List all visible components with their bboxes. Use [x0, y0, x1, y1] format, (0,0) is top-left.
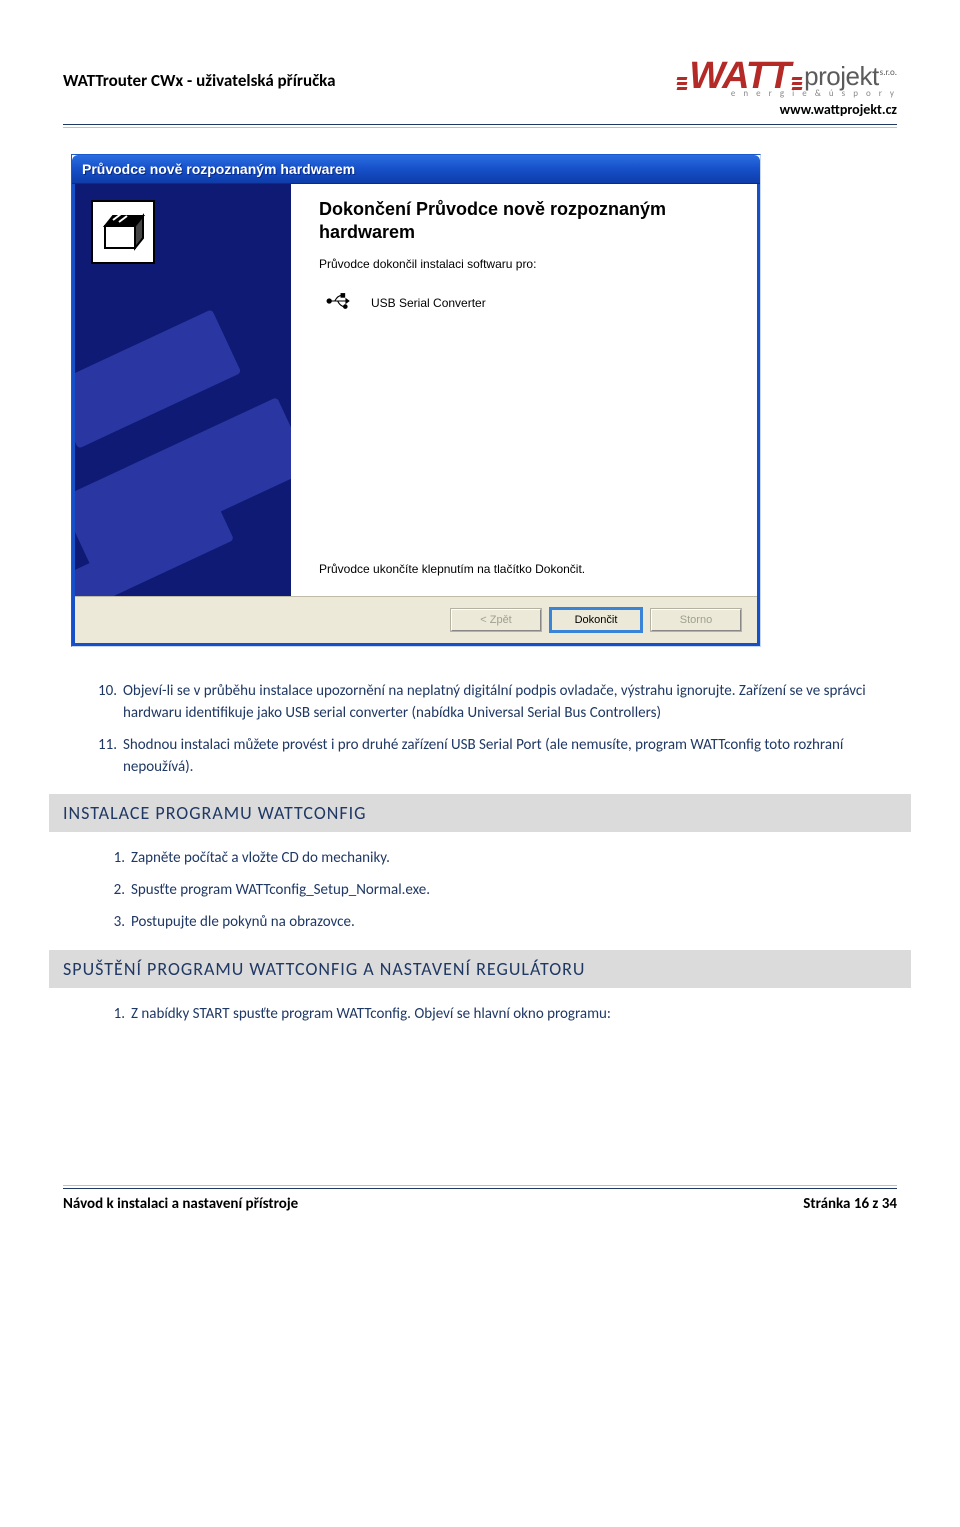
wizard-titlebar: Průvodce nově rozpoznaným hardwarem: [72, 155, 760, 184]
brand-logo: WATT projekt s.r.o. e n e r g i e & ú s …: [676, 60, 897, 118]
list-item: 1. Zapněte počítač a vložte CD do mechan…: [107, 848, 897, 870]
list-text: Shodnou instalaci můžete provést i pro d…: [123, 735, 897, 779]
header-url: www.wattprojekt.cz: [676, 101, 897, 118]
header-divider-light: [63, 127, 897, 128]
list-number: 3.: [107, 912, 125, 934]
header-divider: [63, 124, 897, 125]
document-title: WATTrouter CWx - uživatelská příručka: [63, 60, 336, 91]
footer-divider-light: [63, 1185, 897, 1186]
usb-icon: [325, 289, 353, 316]
section-heading-install: INSTALACE PROGRAMU WATTCONFIG: [49, 794, 911, 832]
wizard-side-art: [75, 184, 291, 596]
section-heading-run: SPUŠTĚNÍ PROGRAMU WATTCONFIG A NASTAVENÍ…: [49, 950, 911, 988]
list-number: 2.: [107, 880, 125, 902]
list-item: 11. Shodnou instalaci můžete provést i p…: [93, 735, 897, 779]
list-number: 1.: [107, 1004, 125, 1026]
wizard-window: Průvodce nově rozpoznaným hardwarem: [71, 154, 761, 647]
list-number: 11.: [93, 735, 117, 779]
footer-right: Stránka 16 z 34: [803, 1195, 897, 1213]
list-item: 10. Objeví-li se v průběhu instalace upo…: [93, 681, 897, 725]
list-item: 3. Postupujte dle pokynů na obrazovce.: [107, 912, 897, 934]
finish-button[interactable]: Dokončit: [551, 609, 641, 631]
footer-left: Návod k instalaci a nastavení přístroje: [63, 1195, 298, 1213]
list-item: 2. Spusťte program WATTconfig_Setup_Norm…: [107, 880, 897, 902]
list-text: Postupujte dle pokynů na obrazovce.: [131, 912, 355, 934]
back-button: < Zpět: [451, 609, 541, 631]
wizard-description: Průvodce dokončil instalaci softwaru pro…: [319, 257, 733, 271]
list-number: 10.: [93, 681, 117, 725]
wizard-heading: Dokončení Průvodce nově rozpoznaným hard…: [319, 198, 733, 243]
list-text: Zapněte počítač a vložte CD do mechaniky…: [131, 848, 390, 870]
list-text: Objeví-li se v průběhu instalace upozorn…: [123, 681, 897, 725]
list-item: 1. Z nabídky START spusťte program WATTc…: [107, 1004, 897, 1026]
logo-text-sro: s.r.o.: [880, 67, 897, 78]
cancel-button: Storno: [651, 609, 741, 631]
wizard-device-name: USB Serial Converter: [371, 296, 486, 310]
list-number: 1.: [107, 848, 125, 870]
hardware-box-icon: [91, 200, 155, 264]
wizard-finish-note: Průvodce ukončíte klepnutím na tlačítko …: [319, 562, 733, 576]
list-text: Spusťte program WATTconfig_Setup_Normal.…: [131, 880, 430, 902]
list-text: Z nabídky START spusťte program WATTconf…: [131, 1004, 611, 1026]
